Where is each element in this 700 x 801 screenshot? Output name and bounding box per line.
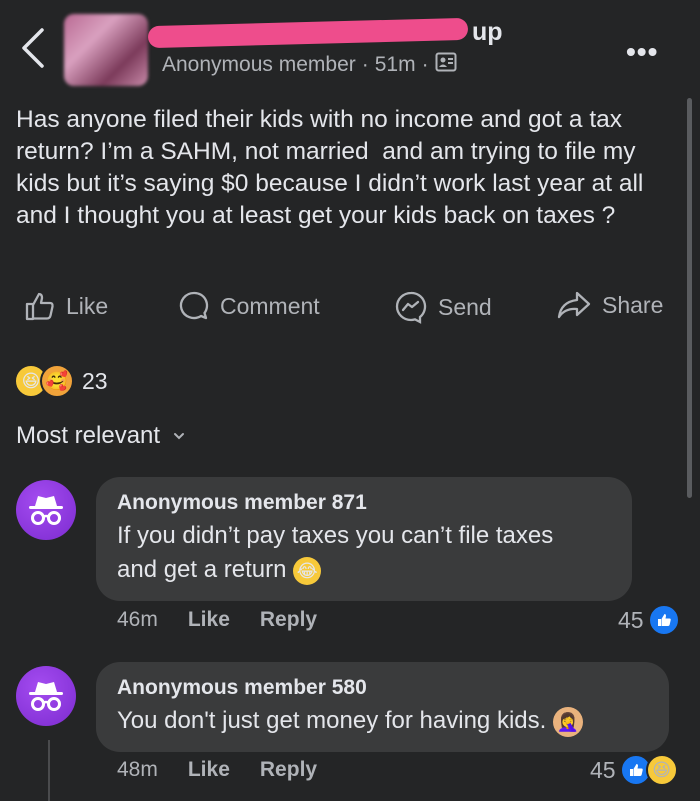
- group-privacy-icon: [435, 52, 457, 78]
- meta-separator: ·: [361, 53, 369, 76]
- comment-button[interactable]: Comment: [178, 290, 320, 322]
- comment-time: 48m: [117, 758, 158, 781]
- comment-like-button[interactable]: Like: [188, 758, 230, 782]
- post-time: 51m: [374, 53, 416, 76]
- like-button[interactable]: Like: [24, 290, 108, 322]
- comment-author[interactable]: Anonymous member 871: [117, 491, 610, 515]
- comment-like-button[interactable]: Like: [188, 608, 230, 632]
- comment-meta: 48m Like Reply: [117, 758, 317, 782]
- comment-text: You don't just get money for having kids…: [117, 704, 647, 738]
- incognito-icon: [29, 682, 63, 711]
- group-name[interactable]: up: [472, 18, 503, 47]
- comment-icon: [179, 291, 209, 320]
- comment-reply-button[interactable]: Reply: [260, 608, 317, 632]
- reaction-count: 23: [82, 367, 108, 394]
- scrollbar[interactable]: [687, 98, 692, 498]
- share-label: Share: [602, 291, 664, 318]
- like-reaction-icon: [647, 604, 680, 636]
- sort-label: Most relevant: [16, 422, 161, 449]
- comment-avatar[interactable]: [16, 666, 76, 726]
- comment-text: If you didn’t pay taxes you can’t file t…: [117, 519, 610, 587]
- thumbs-up-icon: [25, 292, 54, 321]
- meta-separator: ·: [421, 53, 429, 76]
- comment-bubble[interactable]: Anonymous member 871 If you didn’t pay t…: [96, 477, 632, 601]
- comment-text-line: and get a return: [117, 556, 287, 583]
- comment-reaction-count[interactable]: 45: [618, 604, 680, 636]
- redaction-bar: [147, 17, 469, 49]
- like-label: Like: [66, 292, 109, 319]
- send-label: Send: [438, 293, 492, 320]
- more-options-button[interactable]: •••: [626, 36, 658, 68]
- post-meta: Anonymous member · 51m ·: [162, 52, 457, 78]
- send-button[interactable]: Send: [394, 290, 492, 324]
- post-author: Anonymous member: [162, 53, 356, 76]
- comment-reaction-count[interactable]: 45 😆: [590, 754, 678, 786]
- comment-time: 46m: [117, 608, 158, 631]
- reactions-summary[interactable]: 😆 🥰 23: [14, 364, 108, 398]
- comment-avatar[interactable]: [16, 480, 76, 540]
- laugh-cry-emoji-icon: 😂: [293, 556, 322, 585]
- comment-author[interactable]: Anonymous member 580: [117, 676, 647, 700]
- comment-sort-dropdown[interactable]: Most relevant: [16, 422, 186, 450]
- share-arrow-icon: [557, 291, 591, 319]
- facepalm-emoji-icon: 🤦‍♀️: [552, 706, 583, 737]
- comment-meta: 46m Like Reply: [117, 608, 317, 632]
- messenger-icon: [395, 291, 427, 324]
- comment-text-line: If you didn’t pay taxes you can’t file t…: [117, 522, 554, 549]
- thread-line: [48, 740, 50, 801]
- comment-text-line: You don't just get money for having kids…: [117, 707, 547, 734]
- care-emoji-icon: 🥰: [40, 364, 74, 398]
- comment-reaction-number: 45: [590, 756, 616, 783]
- comment-reaction-number: 45: [618, 606, 644, 633]
- group-avatar[interactable]: [64, 14, 148, 86]
- comment-reply-button[interactable]: Reply: [260, 758, 317, 782]
- laugh-emoji-icon: 😆: [645, 754, 678, 786]
- chevron-left-icon: [22, 28, 44, 68]
- back-button[interactable]: [18, 26, 48, 70]
- comment-label: Comment: [220, 292, 320, 319]
- chevron-down-icon: [174, 433, 185, 440]
- share-button[interactable]: Share: [556, 290, 663, 320]
- comment-bubble[interactable]: Anonymous member 580 You don't just get …: [96, 662, 669, 752]
- post-text: Has anyone filed their kids with no inco…: [16, 106, 651, 229]
- incognito-icon: [29, 496, 63, 525]
